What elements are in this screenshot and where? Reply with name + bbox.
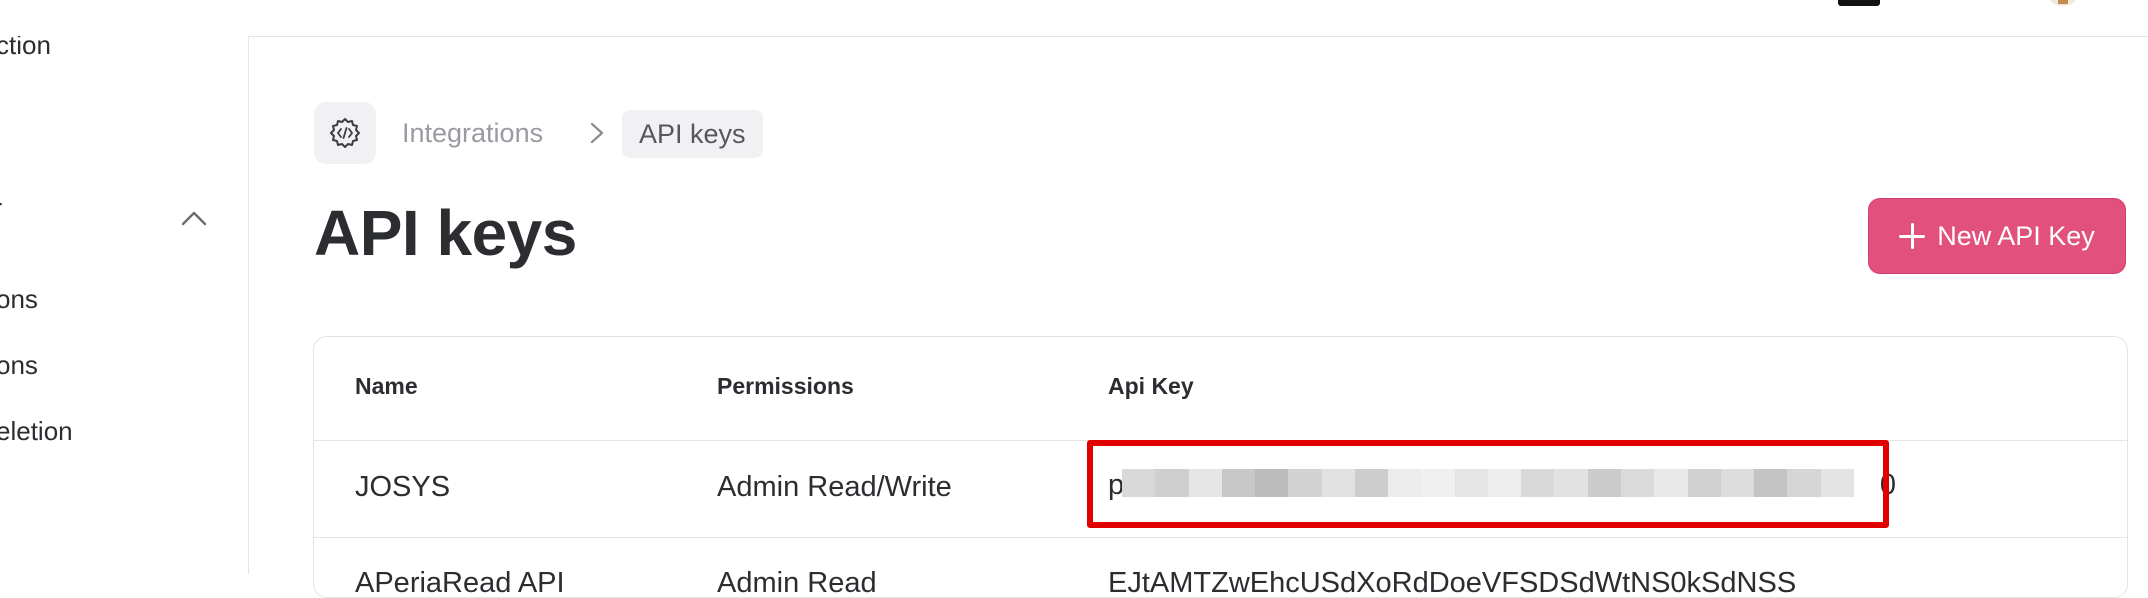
- chevron-up-icon[interactable]: [180, 208, 208, 228]
- integrations-icon[interactable]: [314, 102, 376, 164]
- new-api-key-button[interactable]: New API Key: [1868, 198, 2126, 274]
- new-api-key-label: New API Key: [1937, 220, 2095, 251]
- top-bar: [0, 0, 2148, 37]
- row-2-api-key[interactable]: EJtAMTZwEhcUSdXoRdDoeVFSDSdWtNS0kSdNSS: [1108, 567, 1796, 597]
- top-action-button[interactable]: [1838, 0, 1880, 6]
- sidebar-group-marker: [0, 202, 3, 208]
- column-header-api-key: Api Key: [1108, 373, 1194, 399]
- sidebar-item-section[interactable]: ction: [0, 36, 51, 61]
- sidebar-item-permissions[interactable]: ons: [0, 350, 38, 381]
- page-title: API keys: [314, 197, 577, 269]
- row-1-permissions: Admin Read/Write: [717, 471, 952, 503]
- gear-code-icon: [330, 118, 360, 148]
- row-2-name: APeriaRead API: [355, 567, 565, 598]
- row-divider: [314, 537, 2127, 538]
- avatar[interactable]: [2048, 0, 2078, 6]
- sidebar-item-deletion[interactable]: eletion: [0, 416, 73, 447]
- chevron-right-icon: [590, 122, 604, 144]
- column-header-permissions: Permissions: [717, 373, 854, 399]
- plus-icon: [1899, 223, 1926, 249]
- row-2-permissions: Admin Read: [717, 567, 877, 598]
- highlight-box: [1087, 440, 1889, 528]
- sidebar: ction ons ons eletion: [0, 36, 249, 574]
- row-1-name: JOSYS: [355, 471, 451, 503]
- column-header-name: Name: [355, 373, 418, 399]
- breadcrumb-current: API keys: [622, 110, 763, 158]
- sidebar-item-options[interactable]: ons: [0, 284, 38, 315]
- breadcrumb-integrations[interactable]: Integrations: [402, 118, 543, 149]
